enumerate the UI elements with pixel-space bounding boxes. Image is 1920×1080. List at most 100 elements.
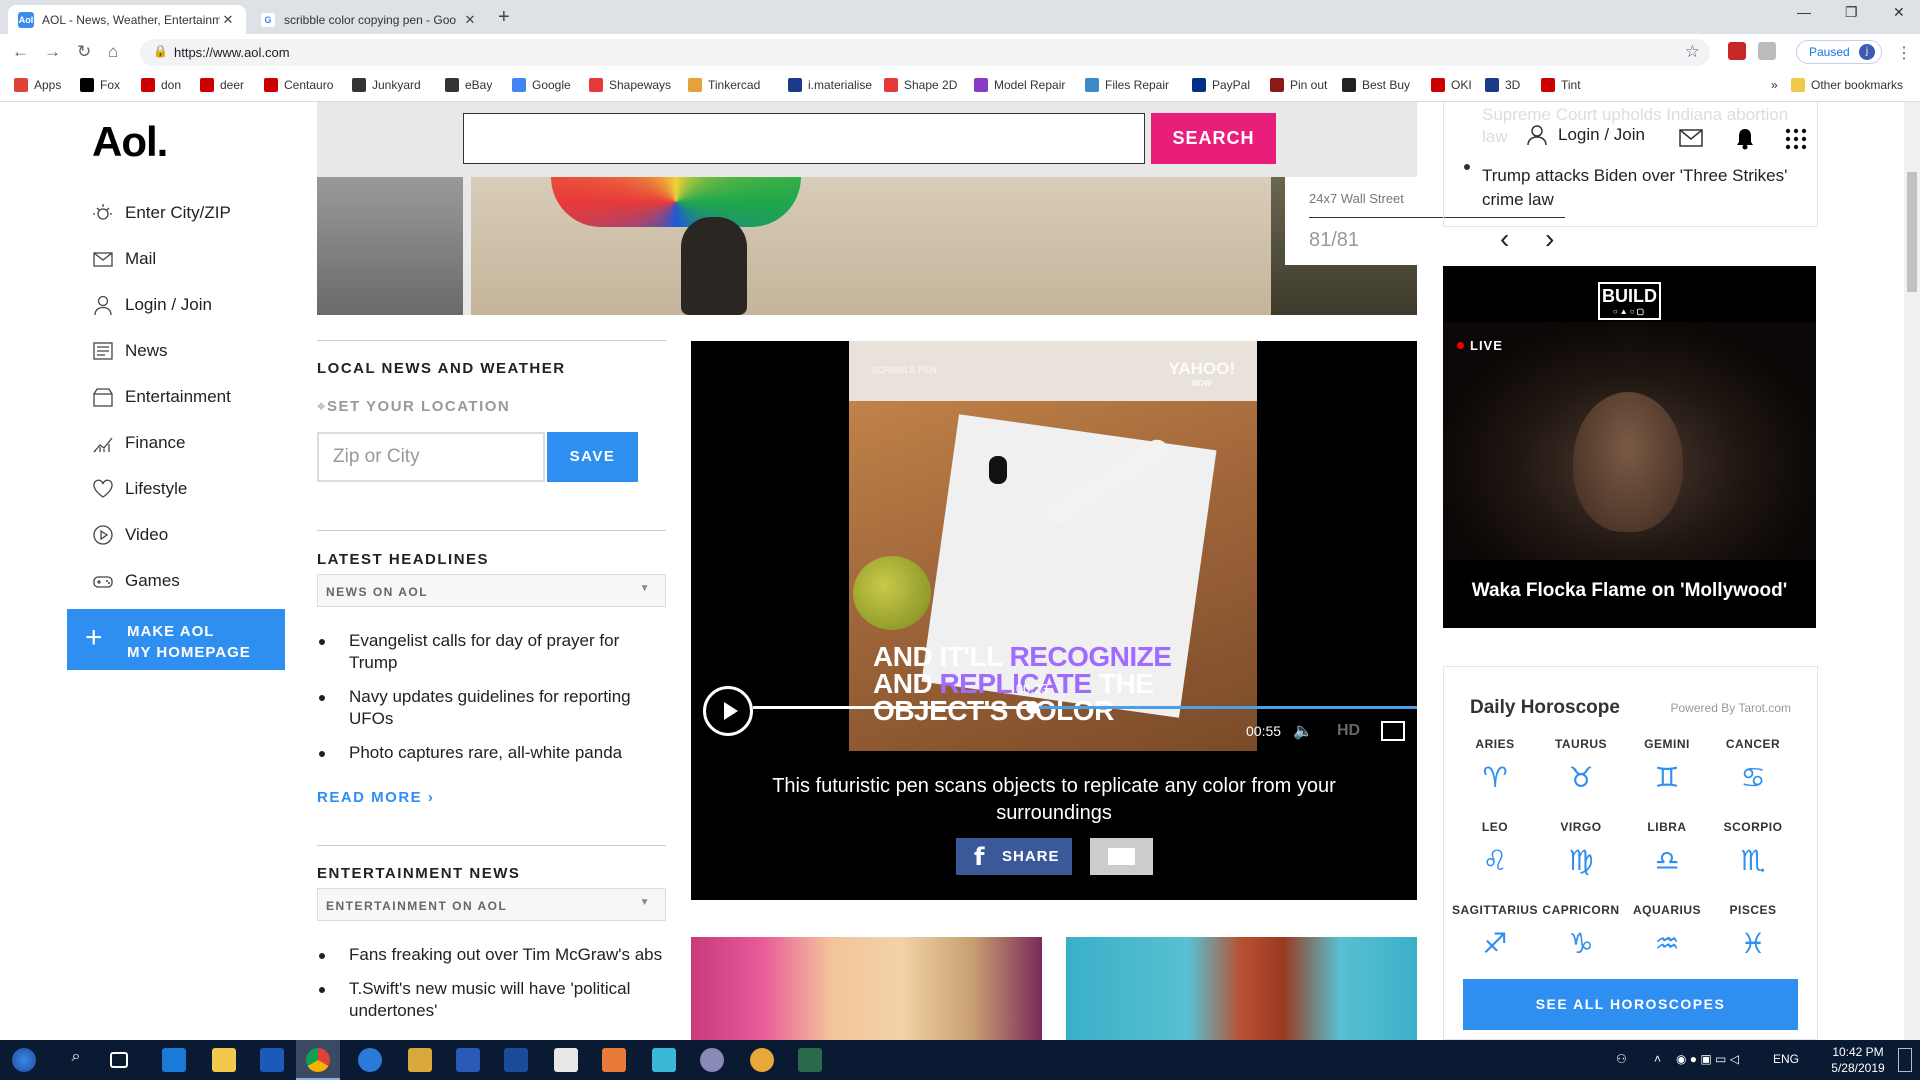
- read-more-link[interactable]: READ MORE ›: [317, 789, 434, 806]
- bookmark-oki[interactable]: OKI: [1431, 78, 1472, 92]
- store-icon[interactable]: [260, 1048, 284, 1072]
- close-tab-icon[interactable]: ✕: [462, 12, 478, 28]
- word-icon[interactable]: [456, 1048, 480, 1072]
- bookmark-centauro[interactable]: Centauro: [264, 78, 333, 92]
- horoscope-sign-capricorn[interactable]: CAPRICORN ♑: [1538, 903, 1624, 960]
- horoscope-sign-cancer[interactable]: CANCER ♋: [1710, 737, 1796, 794]
- play-button[interactable]: [703, 686, 753, 736]
- aol-logo[interactable]: Aol.: [92, 118, 168, 166]
- ie-icon[interactable]: [358, 1048, 382, 1072]
- side-nav-entertainment[interactable]: Entertainment: [92, 374, 231, 420]
- facebook-share-button[interactable]: f SHARE: [956, 838, 1072, 875]
- bookmark-tint[interactable]: Tint: [1541, 78, 1581, 92]
- minimize-icon[interactable]: —: [1797, 4, 1811, 20]
- address-bar[interactable]: 🔒 https://www.aol.com ☆: [140, 39, 1710, 66]
- extension-icon[interactable]: [1728, 42, 1746, 60]
- bookmark-3d[interactable]: 3D: [1485, 78, 1520, 92]
- video-frame[interactable]: SCRIBBLE PEN YAHOO! NOW AND IT'LL RECOGNI…: [849, 341, 1257, 751]
- input-language[interactable]: ENG: [1773, 1052, 1799, 1066]
- bookmark-don[interactable]: don: [141, 78, 181, 92]
- bookmark-paypal[interactable]: PayPal: [1192, 78, 1250, 92]
- horoscope-sign-aries[interactable]: ARIES ♈: [1452, 737, 1538, 794]
- slide-thumb[interactable]: [317, 177, 463, 315]
- apps-grid-icon[interactable]: [1785, 128, 1807, 150]
- horoscope-sign-sagittarius[interactable]: SAGITTARIUS ♐: [1452, 903, 1538, 960]
- bell-icon[interactable]: [1735, 128, 1755, 150]
- more-bookmarks-icon[interactable]: »: [1771, 78, 1778, 92]
- prev-slide-icon[interactable]: ‹: [1500, 223, 1509, 255]
- horoscope-sign-taurus[interactable]: TAURUS ♉: [1538, 737, 1624, 794]
- headline-item[interactable]: Navy updates guidelines for reporting UF…: [317, 686, 666, 730]
- browser-menu-icon[interactable]: ⋮: [1896, 43, 1912, 63]
- side-nav-login-join[interactable]: Login / Join: [92, 282, 231, 328]
- bookmark-model-repair[interactable]: Model Repair: [974, 78, 1065, 92]
- side-nav-games[interactable]: Games: [92, 558, 231, 604]
- horoscope-sign-virgo[interactable]: VIRGO ♍: [1538, 820, 1624, 877]
- horoscope-sign-leo[interactable]: LEO ♌: [1452, 820, 1538, 877]
- bookmark-star-icon[interactable]: ☆: [1685, 42, 1700, 62]
- set-location[interactable]: ⌖SET YOUR LOCATION: [317, 398, 666, 415]
- video-progress-bar[interactable]: [753, 706, 1417, 709]
- back-icon[interactable]: ←: [12, 42, 29, 62]
- promo-caption[interactable]: Waka Flocka Flame on 'Mollywood': [1443, 562, 1816, 620]
- people-icon[interactable]: ⚇: [1616, 1052, 1627, 1066]
- folder-icon[interactable]: [408, 1048, 432, 1072]
- new-tab-icon[interactable]: +: [498, 6, 510, 29]
- app-icon[interactable]: [700, 1048, 724, 1072]
- extension-icon[interactable]: [1758, 42, 1776, 60]
- bookmark-google[interactable]: Google: [512, 78, 571, 92]
- forward-icon[interactable]: →: [44, 42, 61, 62]
- maximize-icon[interactable]: ❐: [1845, 4, 1858, 21]
- bookmark-ebay[interactable]: eBay: [445, 78, 492, 92]
- headline-item[interactable]: Photo captures rare, all-white panda: [317, 742, 666, 764]
- side-nav-video[interactable]: Video: [92, 512, 231, 558]
- see-all-horoscopes-button[interactable]: SEE ALL HOROSCOPES: [1463, 979, 1798, 1030]
- story-thumbnail[interactable]: [1066, 937, 1417, 1040]
- side-nav-lifestyle[interactable]: Lifestyle: [92, 466, 231, 512]
- powershell-icon[interactable]: [504, 1048, 528, 1072]
- other-bookmarks[interactable]: Other bookmarks: [1791, 78, 1903, 92]
- tab-google-search[interactable]: G scribble color copying pen - Goo ✕: [250, 5, 488, 34]
- headline-item[interactable]: T.Swift's new music will have 'political…: [317, 978, 666, 1022]
- entertainment-source-dropdown[interactable]: ENTERTAINMENT ON AOL ▼: [317, 888, 666, 921]
- story-thumbnail[interactable]: [691, 937, 1042, 1040]
- bookmark-apps[interactable]: Apps: [14, 78, 61, 92]
- headline-item[interactable]: Evangelist calls for day of prayer for T…: [317, 630, 666, 674]
- app-icon[interactable]: [554, 1048, 578, 1072]
- tray-expand-icon[interactable]: ˄: [1654, 1052, 1661, 1066]
- volume-icon[interactable]: 🔈: [1293, 721, 1313, 741]
- notifications-icon[interactable]: [1898, 1048, 1912, 1072]
- page-scrollbar[interactable]: [1904, 102, 1920, 1040]
- file-explorer-icon[interactable]: [212, 1048, 236, 1072]
- home-icon[interactable]: ⌂: [108, 42, 118, 62]
- video-player[interactable]: SCRIBBLE PEN YAHOO! NOW AND IT'LL RECOGNI…: [691, 341, 1417, 900]
- email-share-button[interactable]: [1090, 838, 1153, 875]
- tab-aol[interactable]: Aol AOL - News, Weather, Entertainm ✕: [8, 5, 246, 34]
- bookmark-fox[interactable]: Fox: [80, 78, 120, 92]
- app-icon[interactable]: [652, 1048, 676, 1072]
- hd-toggle[interactable]: HD: [1337, 722, 1360, 740]
- start-button-icon[interactable]: [12, 1048, 36, 1072]
- close-window-icon[interactable]: ✕: [1893, 4, 1905, 21]
- reload-icon[interactable]: ↻: [77, 42, 91, 62]
- build-live-promo[interactable]: BUILD ○▲○▢ LIVE Waka Flocka Flame on 'Mol…: [1443, 266, 1816, 628]
- close-tab-icon[interactable]: ✕: [220, 12, 236, 28]
- mail-icon[interactable]: [1679, 128, 1703, 148]
- fullscreen-icon[interactable]: [1381, 721, 1405, 741]
- side-nav-mail[interactable]: Mail: [92, 236, 231, 282]
- trending-headline[interactable]: Trump attacks Biden over 'Three Strikes'…: [1482, 164, 1802, 212]
- bookmark-best-buy[interactable]: Best Buy: [1342, 78, 1410, 92]
- save-location-button[interactable]: SAVE: [547, 432, 638, 482]
- zip-input[interactable]: Zip or City: [317, 432, 545, 482]
- search-icon[interactable]: ⌕: [64, 1048, 88, 1072]
- header-login[interactable]: Login / Join: [1522, 124, 1649, 146]
- horoscope-sign-gemini[interactable]: GEMINI ♊: [1624, 737, 1710, 794]
- chrome-taskbar-item[interactable]: [296, 1040, 340, 1080]
- news-source-dropdown[interactable]: NEWS ON AOL ▼: [317, 574, 666, 607]
- search-input[interactable]: [463, 113, 1145, 164]
- app-icon[interactable]: [798, 1048, 822, 1072]
- bookmark-pin-out[interactable]: Pin out: [1270, 78, 1327, 92]
- task-view-icon[interactable]: [110, 1052, 128, 1068]
- make-homepage-button[interactable]: + MAKE AOL MY HOMEPAGE: [67, 609, 285, 670]
- app-icon[interactable]: [602, 1048, 626, 1072]
